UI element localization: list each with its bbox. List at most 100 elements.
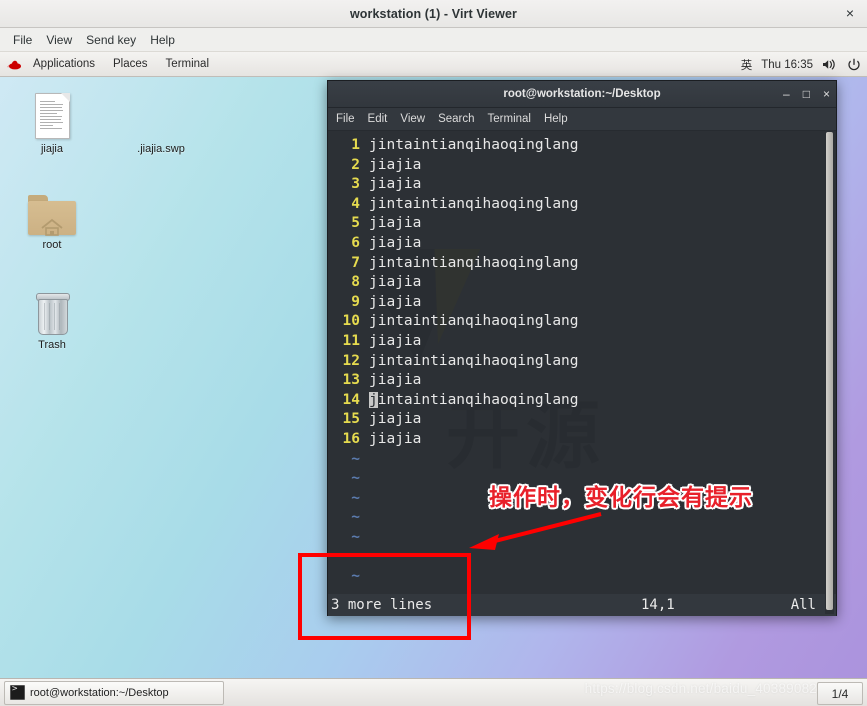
terminal-line: 7 jintaintianqihaoqinglang	[328, 254, 836, 274]
line-text: jiajia	[369, 234, 422, 251]
line-text: jintaintianqihaoqinglang	[369, 391, 579, 408]
annotation-text: 操作时，变化行会有提示	[489, 485, 753, 511]
menu-help[interactable]: Help	[143, 31, 182, 49]
line-text: jintaintianqihaoqinglang	[369, 352, 579, 369]
terminal-empty-line: ~	[328, 450, 836, 470]
tilde-marker: ~	[351, 489, 360, 506]
minimize-icon[interactable]: –	[783, 88, 790, 100]
line-number: 13	[342, 372, 360, 389]
terminal-menu-file[interactable]: File	[336, 113, 364, 125]
line-text: jiajia	[369, 274, 422, 291]
line-number: 12	[342, 352, 360, 369]
panel-terminal[interactable]: Terminal	[158, 56, 217, 72]
screen: workstation (1) - Virt Viewer × File Vie…	[0, 0, 867, 706]
terminal-icon	[10, 684, 25, 700]
terminal-line: 10 jintaintianqihaoqinglang	[328, 312, 836, 332]
terminal-line: 13 jiajia	[328, 371, 836, 391]
line-text: jiajia	[369, 156, 422, 173]
clock[interactable]: Thu 16:35	[761, 59, 813, 71]
terminal-menu-edit[interactable]: Edit	[368, 113, 397, 125]
redhat-logo-icon	[7, 58, 22, 71]
tilde-marker: ~	[351, 509, 360, 526]
line-text: jiajia	[369, 372, 422, 389]
volume-icon[interactable]	[822, 58, 838, 71]
line-number: 14	[342, 391, 360, 408]
taskbar-window-button[interactable]: root@workstation:~/Desktop	[4, 680, 224, 705]
tilde-marker: ~	[351, 450, 360, 467]
panel-applications[interactable]: Applications	[25, 56, 103, 72]
close-icon[interactable]: ×	[823, 88, 830, 100]
maximize-icon[interactable]: □	[803, 88, 810, 100]
terminal-line: 9 jiajia	[328, 293, 836, 313]
line-number: 9	[351, 293, 360, 310]
panel-places[interactable]: Places	[105, 56, 156, 72]
line-number: 10	[342, 313, 360, 330]
terminal-line: 4 jintaintianqihaoqinglang	[328, 195, 836, 215]
desktop-icon-jiajia[interactable]: jiajia	[9, 85, 95, 156]
terminal-line: 8 jiajia	[328, 273, 836, 293]
virt-viewer-menubar: File View Send key Help	[0, 28, 867, 52]
line-text: jiajia	[369, 430, 422, 447]
terminal-line: 6 jiajia	[328, 234, 836, 254]
line-number: 2	[351, 156, 360, 173]
tilde-marker: ~	[351, 528, 360, 545]
line-text: jiajia	[369, 293, 422, 310]
line-text: jintaintianqihaoqinglang	[369, 137, 579, 153]
terminal-line: 16 jiajia	[328, 430, 836, 450]
line-number: 15	[342, 411, 360, 428]
text-cursor: j	[369, 391, 378, 408]
line-number: 1	[351, 137, 360, 153]
terminal-line: 5 jiajia	[328, 214, 836, 234]
line-number: 7	[351, 254, 360, 271]
line-text: jiajia	[369, 176, 422, 193]
terminal-line: 12 jintaintianqihaoqinglang	[328, 352, 836, 372]
terminal-line: 2 jiajia	[328, 156, 836, 176]
close-icon[interactable]: ×	[842, 6, 858, 22]
power-icon[interactable]	[847, 58, 861, 72]
blank-icon	[118, 85, 204, 139]
scroll-position: All	[790, 597, 816, 613]
terminal-line: 14 jintaintianqihaoqinglang	[328, 391, 836, 411]
menu-send-key[interactable]: Send key	[79, 31, 143, 49]
line-text: jiajia	[369, 215, 422, 232]
terminal-line: 3 jiajia	[328, 175, 836, 195]
menu-view[interactable]: View	[39, 31, 79, 49]
line-text: jiajia	[369, 411, 422, 428]
annotation-arrow-icon	[455, 510, 605, 563]
line-number: 11	[342, 332, 360, 349]
line-text: jintaintianqihaoqinglang	[369, 254, 579, 271]
desktop-icon-trash[interactable]: Trash	[9, 281, 95, 352]
line-text: jintaintianqihaoqinglang	[369, 313, 579, 330]
terminal-line: 1 jintaintianqihaoqinglang	[328, 136, 836, 156]
line-number: 3	[351, 176, 360, 193]
gnome-top-panel: Applications Places Terminal 英 Thu 16:35	[0, 52, 867, 77]
taskbar-window-label: root@workstation:~/Desktop	[30, 686, 169, 699]
home-folder-icon	[9, 181, 95, 236]
menu-file[interactable]: File	[6, 31, 39, 49]
tilde-marker: ~	[351, 470, 360, 487]
desktop-icon-jiajia-swp[interactable]: .jiajia.swp	[118, 85, 204, 156]
desktop-icon-root[interactable]: root	[9, 181, 95, 252]
line-number: 8	[351, 274, 360, 291]
workspace-indicator[interactable]: 1/4	[817, 682, 863, 705]
input-method-indicator[interactable]: 英	[741, 57, 753, 73]
terminal-menu-view[interactable]: View	[400, 113, 434, 125]
line-number: 4	[351, 195, 360, 212]
terminal-titlebar: root@workstation:~/Desktop – □ ×	[328, 81, 836, 108]
desktop-icon-label: .jiajia.swp	[137, 143, 185, 155]
annotation-rectangle	[298, 553, 471, 640]
terminal-menu-terminal[interactable]: Terminal	[488, 113, 540, 125]
terminal-title: root@workstation:~/Desktop	[503, 88, 661, 100]
line-text: jiajia	[369, 332, 422, 349]
terminal-menu-search[interactable]: Search	[438, 113, 483, 125]
line-number: 5	[351, 215, 360, 232]
terminal-line: 11 jiajia	[328, 332, 836, 352]
trash-icon	[9, 281, 95, 335]
terminal-menu-help[interactable]: Help	[544, 113, 577, 125]
line-number: 6	[351, 234, 360, 251]
document-icon	[9, 85, 95, 139]
terminal-menubar: File Edit View Search Terminal Help	[328, 108, 836, 131]
line-text: jintaintianqihaoqinglang	[369, 195, 579, 212]
desktop-icon-label: jiajia	[40, 143, 63, 155]
line-number: 16	[342, 430, 360, 447]
